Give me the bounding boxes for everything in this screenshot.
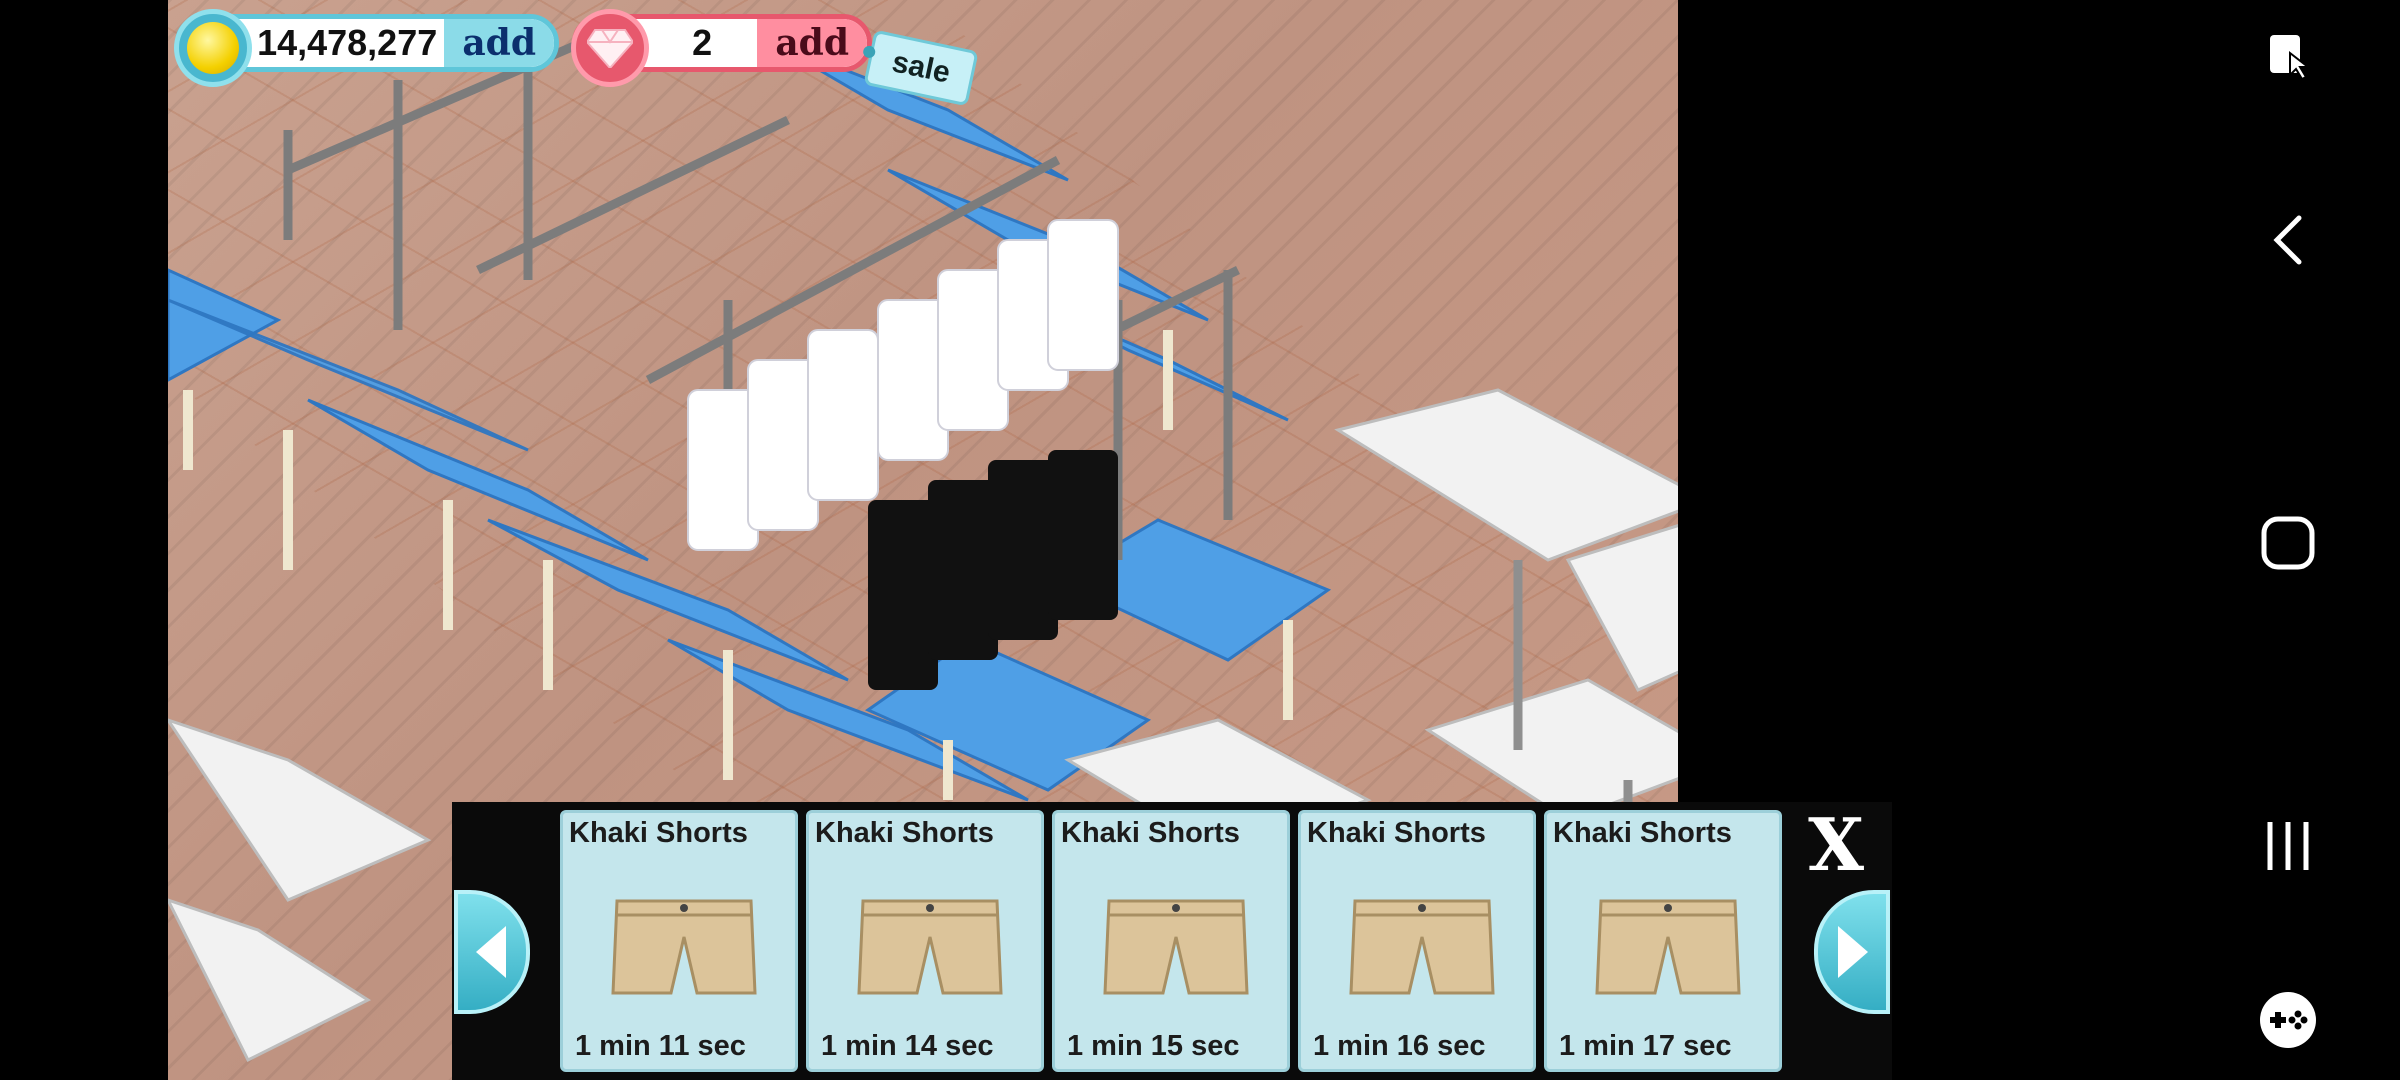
gamepad-icon (2260, 992, 2316, 1048)
item-cards: Khaki Shorts 1 min 11 sec Khaki Shorts 1… (560, 810, 1782, 1072)
coin-pill: 14,478,277 add (174, 9, 559, 87)
home-button[interactable] (2248, 503, 2328, 583)
khaki-shorts-icon (857, 899, 1003, 995)
gem-pill: 2 add (571, 9, 872, 87)
sale-label: sale (889, 45, 954, 90)
screenshot-icon (2270, 35, 2311, 81)
next-page-button[interactable] (1814, 890, 1890, 1014)
back-button[interactable] (2248, 200, 2328, 280)
coin-counter: 14,478,277 add (174, 9, 559, 87)
item-name: Khaki Shorts (569, 817, 748, 849)
item-name: Khaki Shorts (815, 817, 994, 849)
khaki-shorts-icon (1349, 899, 1495, 995)
item-name: Khaki Shorts (1061, 817, 1240, 849)
coin-balance: 14,478,277 (257, 22, 438, 63)
item-time: 1 min 11 sec (575, 1030, 746, 1062)
item-time: 1 min 15 sec (1067, 1030, 1240, 1062)
item-time: 1 min 17 sec (1559, 1030, 1732, 1062)
item-name: Khaki Shorts (1307, 817, 1486, 849)
chevron-left-icon (476, 926, 506, 978)
previous-page-button[interactable] (454, 890, 530, 1014)
khaki-shorts-icon (1595, 899, 1741, 995)
recents-button[interactable] (2248, 806, 2328, 886)
coin-icon (174, 9, 252, 87)
screenshot-button[interactable] (2248, 15, 2328, 95)
recents-icon (2267, 822, 2309, 870)
item-time: 1 min 16 sec (1313, 1030, 1486, 1062)
gem-counter: 2 add (571, 9, 872, 87)
item-card[interactable]: Khaki Shorts 1 min 11 sec (560, 810, 798, 1072)
add-gems-button[interactable]: add (757, 19, 867, 67)
khaki-shorts-icon (1103, 899, 1249, 995)
item-card[interactable]: Khaki Shorts 1 min 14 sec (806, 810, 1044, 1072)
item-card[interactable]: Khaki Shorts 1 min 15 sec (1052, 810, 1290, 1072)
close-tray-button[interactable]: X (1798, 809, 1874, 881)
chevron-right-icon (1838, 926, 1868, 978)
item-time: 1 min 14 sec (821, 1030, 994, 1062)
game-tools-button[interactable] (2248, 980, 2328, 1060)
item-card[interactable]: Khaki Shorts 1 min 17 sec (1544, 810, 1782, 1072)
home-icon (2261, 516, 2315, 570)
khaki-shorts-icon (611, 899, 757, 995)
back-icon (2273, 215, 2302, 265)
item-card[interactable]: Khaki Shorts 1 min 16 sec (1298, 810, 1536, 1072)
gem-balance: 2 (692, 22, 713, 63)
add-coins-button[interactable]: add (444, 19, 554, 67)
system-nav-bar (2178, 0, 2400, 1080)
item-name: Khaki Shorts (1553, 817, 1732, 849)
gem-icon (571, 9, 649, 87)
item-tray: Khaki Shorts 1 min 11 sec Khaki Shorts 1… (452, 802, 1892, 1080)
